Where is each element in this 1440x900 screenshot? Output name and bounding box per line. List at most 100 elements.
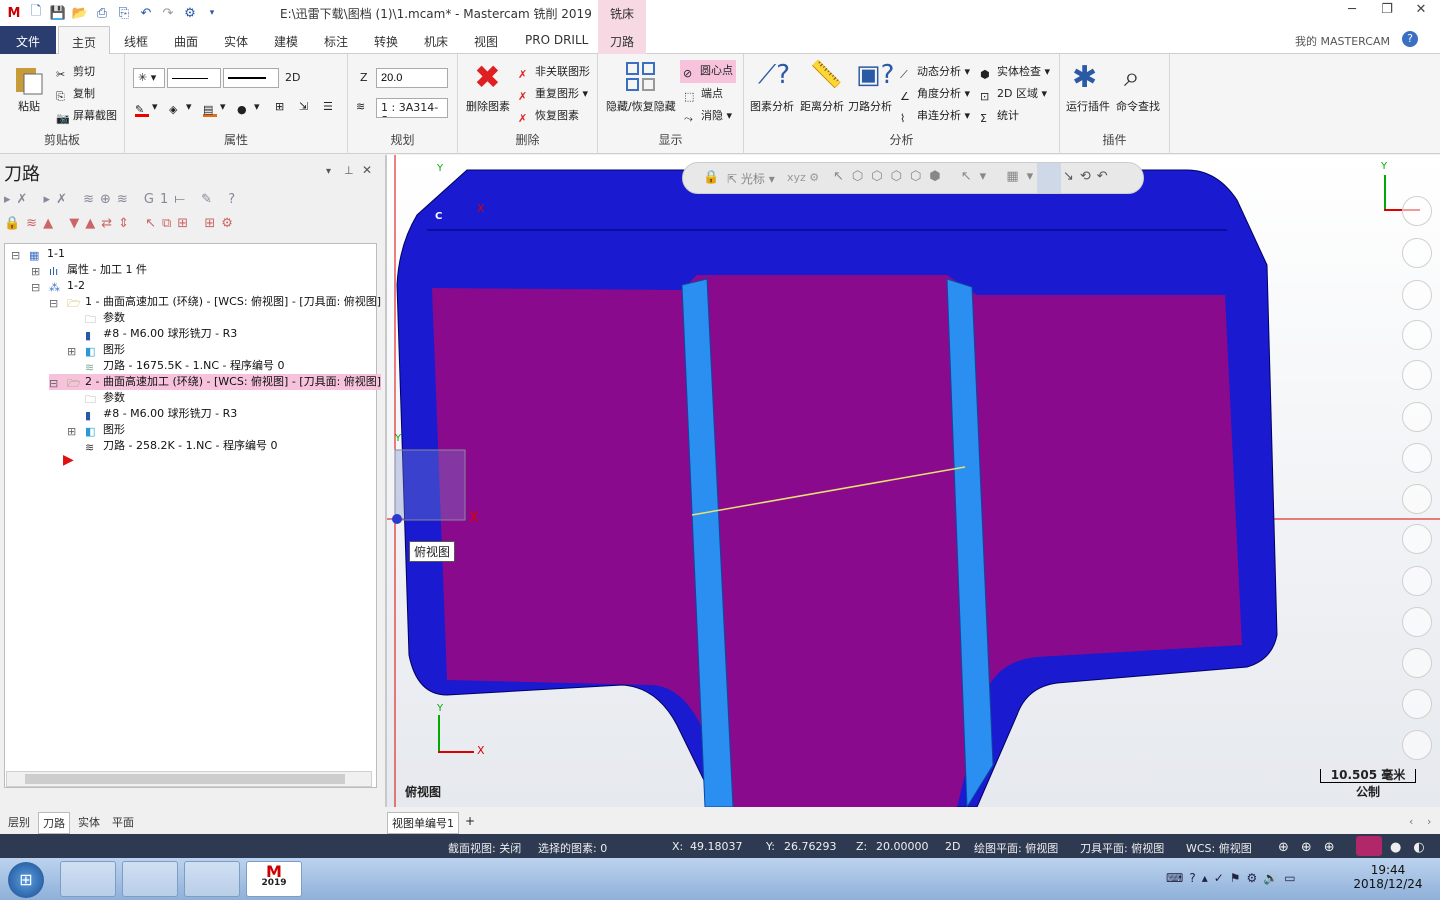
- xyz-icon[interactable]: xyz ⚙: [787, 171, 819, 184]
- insert-arrow-icon[interactable]: ▶: [63, 452, 74, 468]
- side-move-icon[interactable]: [1402, 196, 1432, 226]
- toolpath-toolbar-row1[interactable]: ▸✗ ▸✗ ≋⊕≋ G1⟝ ✎ ?: [4, 192, 241, 207]
- solid-color-button[interactable]: ▤ ▾: [203, 100, 226, 117]
- side-cancel-icon[interactable]: [1402, 730, 1432, 760]
- render-icons[interactable]: ●◐: [1390, 840, 1437, 855]
- save-as-icon[interactable]: ⎘: [114, 3, 134, 23]
- scroll-left-icon[interactable]: ‹: [1409, 815, 1413, 828]
- tab-file[interactable]: 文件: [0, 26, 56, 54]
- tab-machine[interactable]: 机床: [416, 26, 456, 54]
- tree-node-parameters-1[interactable]: 🗀 参数: [85, 310, 125, 326]
- undelete-button[interactable]: ✗ 恢复图素: [518, 107, 579, 126]
- tree-node-toolpath-1[interactable]: ≋ 刀路 - 1675.5K - 1.NC - 程序编号 0: [85, 358, 285, 374]
- tree-node-toolpath-group[interactable]: ⊟ ⁂ 1-2: [31, 278, 85, 294]
- tab-planes[interactable]: 平面: [108, 812, 138, 832]
- system-clock[interactable]: 19:44 2018/12/24: [1350, 863, 1426, 891]
- copy-button[interactable]: ⎘ 复制: [56, 85, 95, 104]
- angle-analysis-button[interactable]: ∠ 角度分析 ▾: [900, 85, 970, 104]
- tab-toolpaths[interactable]: 刀路: [598, 26, 646, 54]
- entity-analysis-icon[interactable]: ⟋?: [758, 60, 790, 91]
- tree-node-parameters-2[interactable]: 🗀 参数: [85, 390, 125, 406]
- tab-solids-manager[interactable]: 实体: [74, 812, 104, 832]
- lock-icon[interactable]: 🔒: [703, 170, 719, 185]
- new-file-icon[interactable]: 🗋: [26, 3, 46, 23]
- verify-selected-icon[interactable]: [1037, 163, 1061, 193]
- side-dimension-icon[interactable]: [1402, 402, 1432, 432]
- panel-menu-icon[interactable]: ▾: [326, 166, 331, 177]
- undo-icon[interactable]: ↶: [136, 3, 156, 23]
- tree-node-toolpath-2[interactable]: ≋ 刀路 - 258.2K - 1.NC - 程序编号 0: [85, 438, 278, 454]
- material-button[interactable]: ● ▾: [237, 100, 260, 117]
- solid-check-button[interactable]: ⬢ 实体检查 ▾: [980, 63, 1050, 82]
- tree-node-properties[interactable]: ⊞ ılı 属性 - 加工 1 件: [31, 262, 147, 278]
- side-layers-icon[interactable]: [1402, 648, 1432, 678]
- graphics-viewport[interactable]: Y X C Y X 俯视图 Y X 俯视图 10.505 毫米 公制 Y: [387, 155, 1440, 807]
- panel-close-icon[interactable]: ✕: [362, 163, 372, 177]
- system-tray-icons[interactable]: ⌨?▴✓⚑⚙🔊▭: [1166, 871, 1302, 885]
- wireframe-color-button[interactable]: ✎ ▾: [135, 100, 158, 117]
- command-finder-icon[interactable]: ⌕: [1124, 60, 1140, 94]
- tab-drafting[interactable]: 标注: [316, 26, 356, 54]
- delete-non-associative-button[interactable]: ✗ 非关联图形: [518, 63, 590, 82]
- tree-node-tool-2[interactable]: ▮ #8 - M6.00 球形铣刀 - R3: [85, 406, 237, 422]
- print-icon[interactable]: ⎙: [92, 3, 112, 23]
- explorer-taskbar-icon[interactable]: [60, 861, 116, 897]
- run-addin-button[interactable]: 运行插件: [1066, 98, 1110, 114]
- tab-solids[interactable]: 实体: [216, 26, 256, 54]
- set-all-icon[interactable]: ⇲: [299, 100, 308, 113]
- restore-button[interactable]: ❐: [1370, 2, 1404, 22]
- command-finder-button[interactable]: 命令查找: [1116, 98, 1160, 114]
- toolpath-analysis-button[interactable]: 刀路分析: [848, 98, 892, 114]
- paste-button[interactable]: 粘贴: [18, 98, 40, 114]
- side-grid-icon[interactable]: [1402, 607, 1432, 637]
- side-box-icon[interactable]: [1402, 524, 1432, 554]
- side-point-icon[interactable]: [1402, 238, 1432, 268]
- autocursor-button[interactable]: ⇱ 光标 ▾: [727, 170, 775, 187]
- mode-2d-label[interactable]: 2D: [285, 71, 300, 84]
- side-settings-icon[interactable]: [1402, 689, 1432, 719]
- tree-node-geometry-2[interactable]: ⊞ ◧ 图形: [67, 422, 125, 438]
- run-addin-icon[interactable]: ✱: [1072, 60, 1097, 95]
- construction-plane[interactable]: 绘图平面: 俯视图: [974, 840, 1058, 856]
- tab-wireframe[interactable]: 线框: [116, 26, 156, 54]
- selection-extra-icons[interactable]: ↘⟲↶: [1063, 169, 1114, 184]
- add-viewsheet-button[interactable]: +: [465, 814, 475, 828]
- statistics-button[interactable]: Σ 统计: [980, 107, 1019, 126]
- section-view-status[interactable]: 截面视图: 关闭: [448, 840, 521, 856]
- line-width-select[interactable]: [223, 68, 279, 88]
- pin-icon[interactable]: ⊥: [344, 164, 354, 177]
- level-select[interactable]: 1 : 3A314-S: [376, 98, 448, 118]
- attribute-manager-icon[interactable]: ⊞: [275, 100, 284, 113]
- tab-transform[interactable]: 转换: [366, 26, 406, 54]
- hide-unhide-icon[interactable]: [624, 60, 658, 94]
- tab-home[interactable]: 主页: [58, 26, 110, 54]
- distance-analysis-button[interactable]: 距离分析: [800, 98, 844, 114]
- display-mode-icons[interactable]: ⊕⊕⊕: [1278, 840, 1347, 855]
- side-ruler-icon[interactable]: [1402, 484, 1432, 514]
- z-coordinate[interactable]: 20.00000: [876, 840, 929, 853]
- tool-plane[interactable]: 刀具平面: 俯视图: [1080, 840, 1164, 856]
- help-icon[interactable]: ?: [1402, 31, 1418, 47]
- minimize-button[interactable]: ─: [1335, 2, 1369, 22]
- tab-toolpaths-manager[interactable]: 刀路: [38, 812, 70, 834]
- my-mastercam-link[interactable]: 我的 MASTERCAM: [1295, 33, 1390, 49]
- tab-levels[interactable]: 层别: [4, 812, 34, 832]
- tree-node-machine-group[interactable]: ⊟ ▦ 1-1: [11, 246, 65, 262]
- close-button[interactable]: ✕: [1404, 2, 1438, 22]
- tab-pro-drill[interactable]: PRO DRILL: [517, 26, 596, 54]
- toolpath-analysis-icon[interactable]: ▣?: [856, 60, 894, 90]
- center-points-toggle[interactable]: ⊘ 圆心点: [680, 60, 736, 83]
- delete-entities-button[interactable]: 删除图素: [466, 98, 510, 114]
- clear-color-icon[interactable]: ☰: [323, 100, 333, 113]
- side-shapes-icon[interactable]: [1402, 566, 1432, 596]
- redo-icon[interactable]: ↷: [158, 3, 178, 23]
- side-sphere-icon[interactable]: [1402, 360, 1432, 390]
- line-style-select[interactable]: [167, 68, 221, 88]
- side-circle-icon[interactable]: [1402, 280, 1432, 310]
- tree-node-operation-2[interactable]: ⊟ 🗁 2 - 曲面高速加工 (环绕) - [WCS: 俯视图] - [刀具面: 俯…: [49, 374, 382, 390]
- tree-node-operation-1[interactable]: ⊟ 🗁 1 - 曲面高速加工 (环绕) - [WCS: 俯视图] - [刀具面: 俯…: [49, 294, 381, 310]
- z-depth-input[interactable]: [376, 68, 448, 88]
- photos-taskbar-icon[interactable]: [122, 861, 178, 897]
- delete-duplicate-button[interactable]: ✗ 重复图形 ▾: [518, 85, 588, 104]
- start-button-icon[interactable]: ⊞: [8, 862, 44, 898]
